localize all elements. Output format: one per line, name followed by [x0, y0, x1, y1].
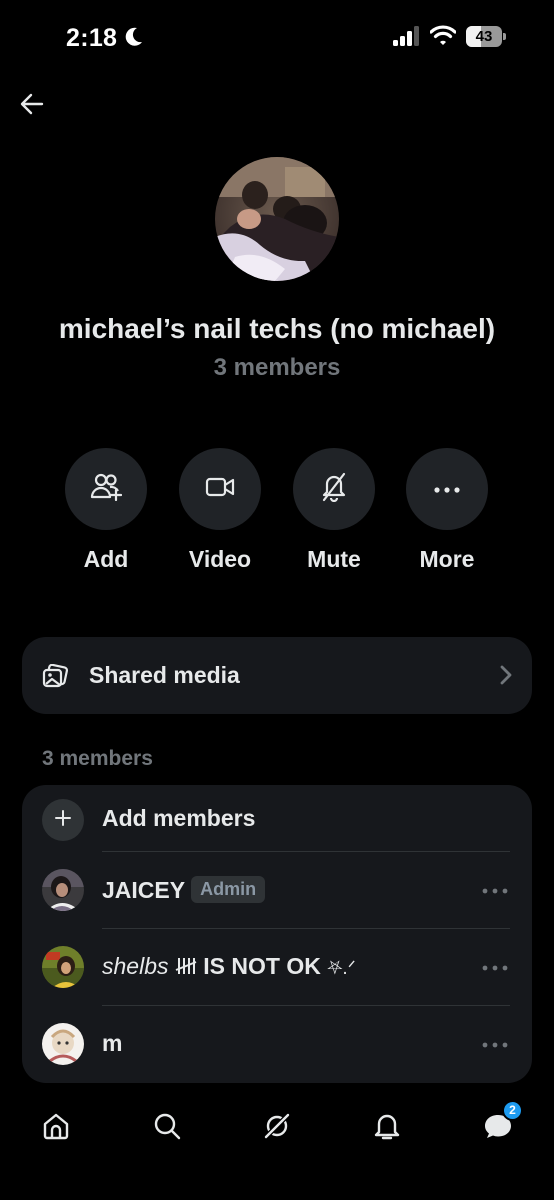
more-icon [482, 881, 508, 899]
nav-messages[interactable]: 2 [478, 1100, 523, 1148]
notifications-icon [373, 1112, 401, 1145]
members-heading: 3 members [42, 747, 153, 770]
member-name-suffix: ⛧.ᐟ [327, 958, 356, 979]
chevron-right-icon [500, 665, 512, 690]
more-label: More [419, 546, 475, 572]
more-icon [482, 958, 508, 976]
bottom-nav: 2 [0, 1098, 554, 1158]
nav-home[interactable] [36, 1108, 76, 1148]
bell-off-icon [320, 472, 348, 507]
member-row[interactable]: shelbs IS NOT OK ⛧.ᐟ [22, 929, 532, 1006]
add-people-icon [90, 473, 123, 506]
wifi-icon [429, 25, 457, 51]
home-icon [42, 1112, 70, 1145]
member-name-rest: IS NOT OK [203, 953, 321, 979]
add-label: Add [83, 546, 129, 572]
back-button[interactable] [14, 88, 50, 124]
messages-badge: 2 [502, 1100, 523, 1121]
admin-badge: Admin [191, 876, 266, 903]
member-row[interactable]: m [22, 1006, 532, 1083]
moon-icon [125, 27, 143, 52]
status-time: 2:18 [66, 24, 118, 52]
video-icon [205, 476, 235, 503]
add-members-label: Add members [102, 805, 256, 831]
member-options-button[interactable] [480, 880, 510, 900]
shared-media-button[interactable]: Shared media [22, 637, 532, 714]
status-bar: 2:18 43 [0, 0, 554, 80]
shared-media-label: Shared media [89, 662, 240, 688]
nav-notifications[interactable] [367, 1108, 407, 1148]
media-icon [42, 663, 69, 693]
member-count: 3 members [213, 354, 341, 381]
add-button[interactable]: Add [46, 448, 166, 573]
video-label: Video [188, 546, 252, 572]
avatar [42, 869, 84, 911]
battery-icon: 43 [466, 26, 506, 47]
battery-level: 43 [475, 28, 493, 45]
plus-icon [55, 809, 71, 831]
grok-icon [263, 1112, 291, 1145]
signal-icon [393, 26, 421, 51]
group-avatar[interactable] [215, 157, 339, 281]
members-list: Add members JAICEY Admin shelbs IS NOT O… [22, 785, 532, 1083]
member-name: JAICEY Admin [102, 876, 266, 904]
more-button[interactable]: More [387, 448, 507, 573]
group-name: michael’s nail techs (no michael) [58, 313, 496, 344]
more-icon [482, 1035, 508, 1053]
tally-icon [175, 953, 197, 979]
nav-search[interactable] [147, 1108, 187, 1148]
avatar [42, 1023, 84, 1065]
member-name: m [102, 1030, 123, 1056]
mute-button[interactable]: Mute [274, 448, 394, 573]
more-icon [434, 480, 460, 498]
search-icon [153, 1112, 181, 1145]
arrow-left-icon [20, 93, 44, 120]
avatar [42, 946, 84, 988]
add-members-button[interactable]: Add members [22, 785, 532, 852]
member-row[interactable]: JAICEY Admin [22, 852, 532, 929]
member-options-button[interactable] [480, 1034, 510, 1054]
member-name-prefix: shelbs [102, 953, 169, 979]
member-name-text: JAICEY [102, 877, 186, 903]
member-options-button[interactable] [480, 957, 510, 977]
video-button[interactable]: Video [160, 448, 280, 573]
mute-label: Mute [307, 546, 361, 572]
member-name: shelbs IS NOT OK ⛧.ᐟ [102, 953, 356, 980]
nav-grok[interactable] [257, 1108, 297, 1148]
